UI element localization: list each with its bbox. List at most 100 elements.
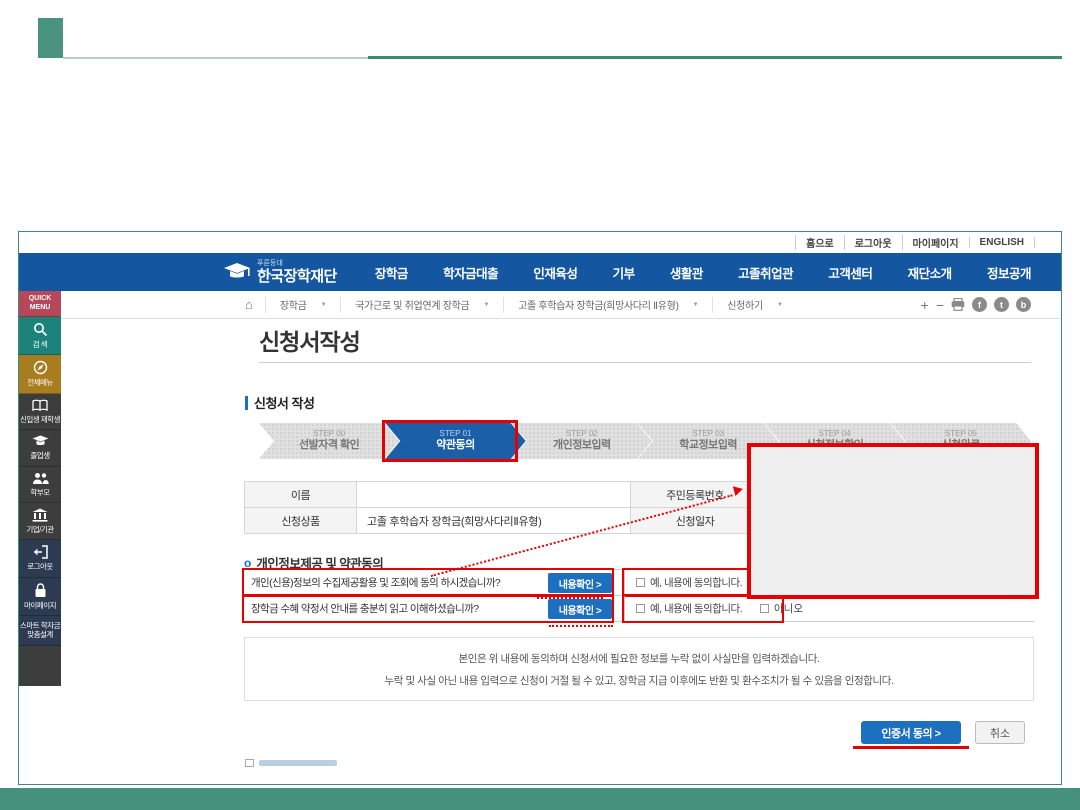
step-01-active: STEP 01 약관동의 [385,423,525,459]
sidebar-item-mypage[interactable]: 마이페이지 [19,578,61,616]
link-english[interactable]: ENGLISH [969,237,1035,248]
nav-donation[interactable]: 기부 [613,263,635,282]
product-value: 고졸 후학습자 장학금(희망사다리Ⅱ유형) [357,508,631,534]
cell-divider [624,596,625,622]
annotation-masked-area [747,443,1039,599]
logo-slogan: 푸른등대 [257,260,337,267]
slide-divider-light [63,57,368,59]
annotation-underline [853,746,969,749]
page-tools: + − f t b [921,297,1031,312]
product-label: 신청상품 [245,508,357,534]
step-02: STEP 02 개인정보입력 [512,423,652,459]
browser-screenshot: 홈으로 로그아웃 마이페이지 ENGLISH 푸른등대 한국장학재단 장학금 학… [18,231,1062,785]
chevron-down-icon: ▼ [777,302,783,308]
view-terms-button[interactable]: 내용확인 > [548,573,612,593]
slide-footer-bar [0,788,1080,810]
compass-icon [33,360,48,375]
annotation-dotted-line [537,597,603,599]
step-00: STEP 00 선발자격 확인 [259,423,399,459]
chevron-down-icon: ▼ [321,302,327,308]
zoom-in-button[interactable]: + [921,298,929,312]
logout-icon [33,545,48,559]
people-icon [32,472,49,485]
sidebar-item-search[interactable]: 검 색 [19,317,61,355]
home-icon[interactable]: ⌂ [233,297,265,312]
search-icon [33,322,48,337]
section-header: 신청서 작성 [245,393,314,412]
truncated-footer-link[interactable] [245,759,337,767]
sidebar-item-freshman[interactable]: 신입생 재학생 [19,394,61,430]
link-mypage[interactable]: 마이페이지 [902,235,969,250]
section-title: 신청서 작성 [254,393,314,412]
disagree-option: 아니오 [760,601,803,616]
breadcrumb-apply[interactable]: 신청하기▼ [712,297,796,313]
zoom-out-button[interactable]: − [936,298,944,312]
sidebar-item-graduate[interactable]: 졸업생 [19,430,61,466]
sidebar-item-parents[interactable]: 학부모 [19,467,61,503]
print-icon[interactable] [951,298,965,311]
nav-talent[interactable]: 인재육성 [533,263,577,282]
view-terms-button[interactable]: 내용확인 > [548,599,612,619]
nav-about[interactable]: 재단소개 [908,263,952,282]
facebook-icon[interactable]: f [972,297,987,312]
consent-row-agreement: 장학금 수혜 약정서 안내를 충분히 읽고 이해하셨습니까? 내용확인 > 예,… [244,596,1034,622]
kosaf-logo[interactable]: 푸른등대 한국장학재단 [223,260,337,284]
cancel-button[interactable]: 취소 [975,721,1025,744]
title-divider [259,362,1031,363]
agree-checkbox[interactable] [636,604,645,613]
breadcrumb-program[interactable]: 고졸 후학습자 장학금(희망사다리 Ⅱ유형)▼ [503,297,712,313]
nav-disclosure[interactable]: 정보공개 [987,263,1031,282]
nav-scholarship[interactable]: 장학금 [375,263,408,282]
notice-line: 본인은 위 내용에 동의하며 신청서에 필요한 정보를 누락 없이 사실만을 입… [245,651,1033,666]
utility-bar: 홈으로 로그아웃 마이페이지 ENGLISH [19,232,1061,253]
twitter-icon[interactable]: t [994,297,1009,312]
bank-icon [32,508,48,522]
checkbox-icon [245,759,254,767]
agree-checkbox[interactable] [636,578,645,587]
breadcrumb-scholarship[interactable]: 장학금▼ [265,297,340,313]
certificate-consent-button[interactable]: 인증서 동의 > [861,721,961,744]
main-content: 신청서작성 신청서 작성 STEP 00 선발자격 확인 STEP 01 약관동… [231,319,1037,785]
date-label: 신청일자 [630,508,760,534]
logo-title: 한국장학재단 [257,269,337,284]
sidebar-item-institution[interactable]: 기업/기관 [19,503,61,540]
cell-divider [624,570,625,596]
link-home[interactable]: 홈으로 [795,235,844,250]
breadcrumb-work-study[interactable]: 국가근로 및 취업연계 장학금▼ [340,297,503,313]
name-label: 이름 [245,482,357,508]
blurred-link-text [259,760,337,766]
link-logout[interactable]: 로그아웃 [844,235,902,250]
consent-question: 장학금 수혜 약정서 안내를 충분히 읽고 이해하셨습니까? [244,601,544,616]
annotation-dotted-line [549,625,613,627]
slide-accent-square [38,18,63,58]
lock-icon [34,583,47,598]
page-title: 신청서작성 [259,323,360,357]
bullet-icon: o [244,556,251,570]
nav-customer-center[interactable]: 고객센터 [828,263,872,282]
agree-option: 예, 내용에 동의합니다. [636,601,742,616]
quick-menu: QUICK MENU 검 색 전체메뉴 신입생 재학생 졸업생 학부모 [19,291,61,686]
book-icon [32,399,48,412]
blog-icon[interactable]: b [1016,297,1031,312]
notice-box: 본인은 위 내용에 동의하며 신청서에 필요한 정보를 누락 없이 사실만을 입… [244,637,1034,701]
chevron-down-icon: ▼ [693,302,699,308]
disagree-checkbox[interactable] [760,604,769,613]
sidebar-item-all-menu[interactable]: 전체메뉴 [19,355,61,393]
slide-divider-dark [368,56,1062,59]
nav-dormitory[interactable]: 생활관 [670,263,703,282]
chevron-down-icon: ▼ [483,302,489,308]
grad-cap-logo-icon [223,262,251,282]
nav-highschool-employment[interactable]: 고졸취업관 [738,263,793,282]
sidebar-item-logout[interactable]: 로그아웃 [19,540,61,577]
sidebar-item-smart-planning[interactable]: 스마트 학자금 맞춤설계 [19,616,61,646]
agree-option: 예, 내용에 동의합니다. [636,575,742,590]
quick-menu-header: QUICK MENU [19,291,61,317]
breadcrumb: ⌂ 장학금▼ 국가근로 및 취업연계 장학금▼ 고졸 후학습자 장학금(희망사다… [19,291,1061,319]
notice-line: 누락 및 사실 아닌 내용 입력으로 신청이 거절 될 수 있고, 장학금 지급… [245,673,1033,688]
section-bar-icon [245,396,248,410]
main-navbar: 푸른등대 한국장학재단 장학금 학자금대출 인재육성 기부 생활관 고졸취업관 … [19,253,1061,291]
nav-student-loan[interactable]: 학자금대출 [443,263,498,282]
grad-cap-icon [32,435,49,448]
name-value [357,482,631,508]
nav-menu: 장학금 학자금대출 인재육성 기부 생활관 고졸취업관 고객센터 재단소개 정보… [375,263,1031,282]
